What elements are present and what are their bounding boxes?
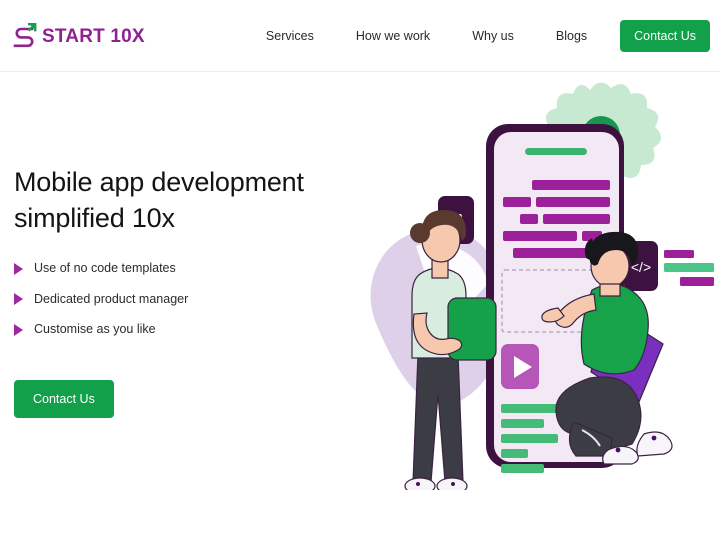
hero-content: Mobile app development simplified 10x Us… [14,165,354,418]
feature-label: Customise as you like [34,322,156,337]
code-tag-bars [664,250,714,286]
header-contact-us-button[interactable]: Contact Us [620,20,710,52]
list-item: Use of no code templates [14,262,354,275]
feature-label: Use of no code templates [34,261,176,276]
play-button-icon [501,344,539,389]
brand-logo[interactable]: START 10X [12,22,145,50]
triangle-bullet-icon [14,262,23,275]
brand-name: START 10X [42,25,145,47]
nav-item-blogs[interactable]: Blogs [535,30,608,43]
triangle-bullet-icon [14,323,23,336]
site-header: START 10X Services How we work Why us Bl… [0,0,720,72]
feature-label: Dedicated product manager [34,291,189,306]
triangle-bullet-icon [14,293,23,305]
page-title: Mobile app development simplified 10x [14,167,304,233]
hero-contact-us-button[interactable]: Contact Us [14,379,114,418]
s-arrow-logo-icon [12,22,38,50]
nav-item-why-us[interactable]: Why us [451,30,535,43]
app-development-illustration: { } </> [352,78,720,490]
primary-nav: Services How we work Why us Blogs Contac… [245,0,710,72]
nav-item-services[interactable]: Services [245,30,335,43]
screen-header-bar [525,148,587,155]
nav-item-how-we-work[interactable]: How we work [335,30,451,43]
list-item: Dedicated product manager [14,293,354,306]
landing-page: START 10X Services How we work Why us Bl… [0,0,720,540]
feature-list: Use of no code templates Dedicated produ… [14,262,354,336]
list-item: Customise as you like [14,323,354,336]
